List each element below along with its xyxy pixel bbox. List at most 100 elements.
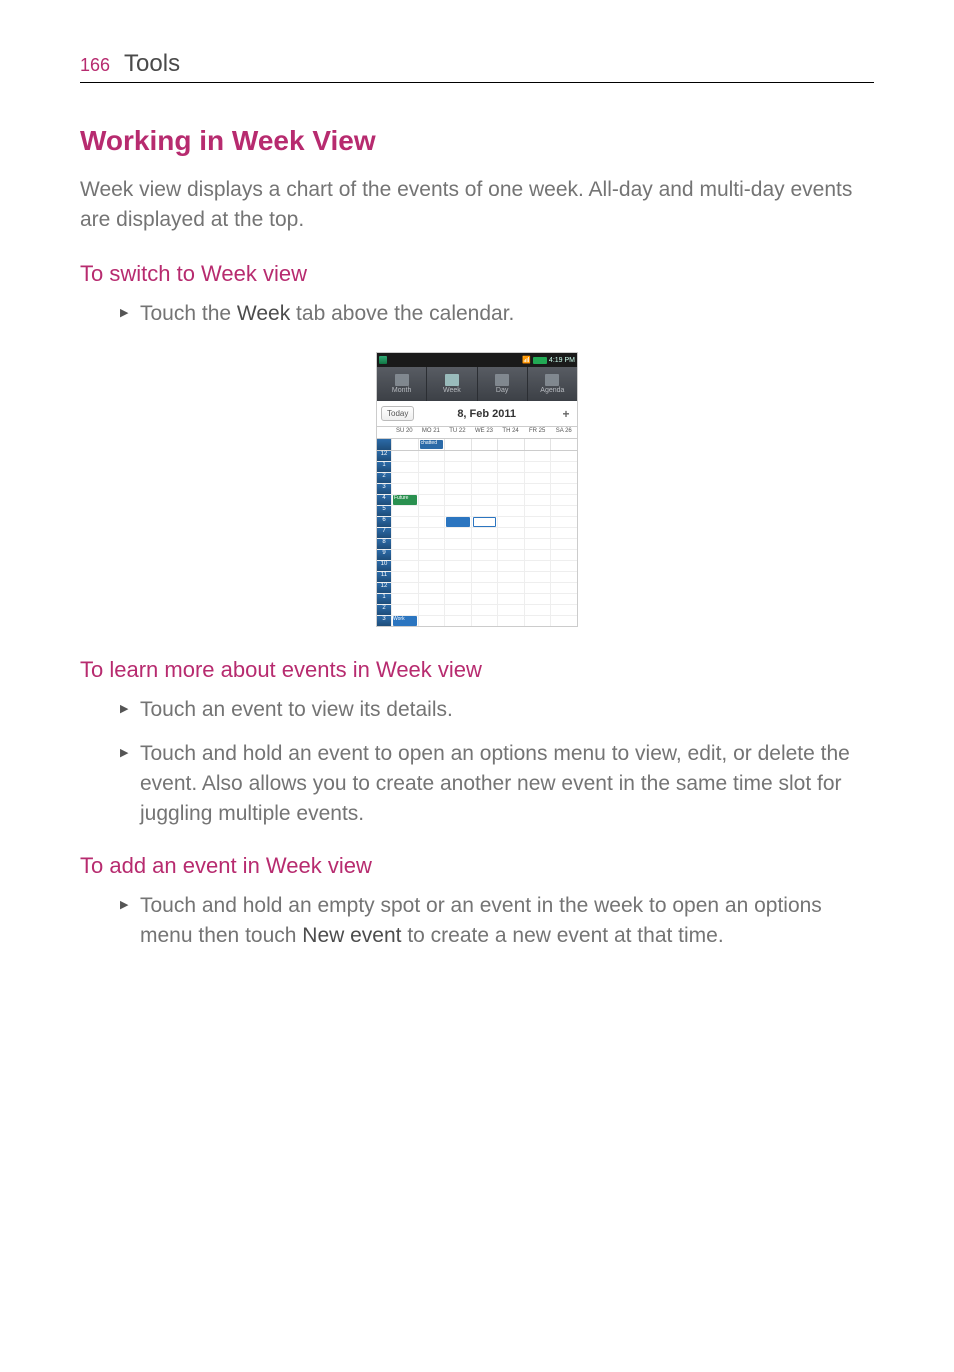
day-cell[interactable] <box>497 594 524 604</box>
day-cell[interactable] <box>524 506 551 516</box>
day-cell[interactable] <box>550 605 577 615</box>
day-cell[interactable] <box>550 561 577 571</box>
tab-week[interactable]: Week <box>427 367 477 401</box>
allday-cell[interactable] <box>497 439 524 450</box>
day-cell[interactable] <box>444 495 471 505</box>
day-cell[interactable] <box>418 451 445 461</box>
today-button[interactable]: Today <box>381 406 414 421</box>
day-cell[interactable] <box>497 539 524 549</box>
day-cell[interactable] <box>444 583 471 593</box>
day-cell[interactable] <box>418 462 445 472</box>
tab-month[interactable]: Month <box>377 367 427 401</box>
event-chip[interactable] <box>473 517 497 527</box>
allday-cell[interactable] <box>391 439 418 450</box>
day-cell[interactable] <box>497 451 524 461</box>
day-cell[interactable] <box>391 583 418 593</box>
day-cell[interactable] <box>391 550 418 560</box>
day-cell[interactable] <box>444 462 471 472</box>
day-cell[interactable] <box>471 506 498 516</box>
day-cell[interactable] <box>550 517 577 527</box>
day-cell[interactable] <box>524 495 551 505</box>
day-cell[interactable] <box>418 561 445 571</box>
day-cell[interactable] <box>524 605 551 615</box>
day-cell[interactable] <box>418 594 445 604</box>
day-cell[interactable] <box>524 550 551 560</box>
day-cell[interactable] <box>444 550 471 560</box>
day-cell[interactable] <box>444 539 471 549</box>
day-cell[interactable] <box>550 550 577 560</box>
day-cell[interactable] <box>418 517 445 527</box>
day-cell[interactable] <box>497 583 524 593</box>
day-cell[interactable] <box>391 572 418 582</box>
day-cell[interactable] <box>550 616 577 626</box>
day-cell[interactable] <box>391 462 418 472</box>
day-cell[interactable] <box>391 473 418 483</box>
tab-agenda[interactable]: Agenda <box>528 367 577 401</box>
day-cell[interactable]: Work <box>391 616 418 626</box>
day-cell[interactable] <box>418 550 445 560</box>
day-cell[interactable] <box>471 517 498 527</box>
day-cell[interactable] <box>418 583 445 593</box>
day-cell[interactable] <box>497 473 524 483</box>
event-chip[interactable]: Future <box>393 495 417 505</box>
allday-cell[interactable] <box>550 439 577 450</box>
day-cell[interactable] <box>471 528 498 538</box>
allday-event-chip[interactable]: chatted <box>420 440 444 449</box>
day-cell[interactable] <box>471 539 498 549</box>
day-cell[interactable] <box>471 572 498 582</box>
day-cell[interactable] <box>444 517 471 527</box>
day-cell[interactable]: Future <box>391 495 418 505</box>
day-cell[interactable] <box>524 528 551 538</box>
allday-cell[interactable] <box>471 439 498 450</box>
day-cell[interactable] <box>471 550 498 560</box>
day-cell[interactable] <box>550 539 577 549</box>
day-cell[interactable] <box>524 616 551 626</box>
event-chip[interactable] <box>446 517 470 527</box>
day-cell[interactable] <box>524 473 551 483</box>
day-cell[interactable] <box>550 495 577 505</box>
day-cell[interactable] <box>444 451 471 461</box>
day-cell[interactable] <box>550 572 577 582</box>
day-cell[interactable] <box>391 451 418 461</box>
day-cell[interactable] <box>391 605 418 615</box>
day-cell[interactable] <box>497 561 524 571</box>
day-cell[interactable] <box>497 495 524 505</box>
day-cell[interactable] <box>524 484 551 494</box>
day-cell[interactable] <box>444 561 471 571</box>
day-cell[interactable] <box>497 605 524 615</box>
day-cell[interactable] <box>524 517 551 527</box>
day-cell[interactable] <box>418 605 445 615</box>
day-cell[interactable] <box>444 572 471 582</box>
tab-day[interactable]: Day <box>478 367 528 401</box>
day-cell[interactable] <box>444 616 471 626</box>
day-cell[interactable] <box>524 451 551 461</box>
day-cell[interactable] <box>444 506 471 516</box>
day-cell[interactable] <box>497 572 524 582</box>
day-cell[interactable] <box>524 462 551 472</box>
day-cell[interactable] <box>471 561 498 571</box>
day-cell[interactable] <box>550 462 577 472</box>
day-cell[interactable] <box>550 528 577 538</box>
day-cell[interactable] <box>550 506 577 516</box>
day-cell[interactable] <box>497 528 524 538</box>
day-cell[interactable] <box>524 583 551 593</box>
day-cell[interactable] <box>391 528 418 538</box>
day-cell[interactable] <box>550 484 577 494</box>
day-cell[interactable] <box>471 594 498 604</box>
event-chip[interactable]: Work <box>393 616 417 626</box>
day-cell[interactable] <box>391 594 418 604</box>
day-cell[interactable] <box>418 616 445 626</box>
allday-cell[interactable]: chatted <box>418 439 445 450</box>
day-cell[interactable] <box>497 517 524 527</box>
day-cell[interactable] <box>471 462 498 472</box>
day-cell[interactable] <box>497 550 524 560</box>
day-cell[interactable] <box>497 506 524 516</box>
day-cell[interactable] <box>550 451 577 461</box>
day-cell[interactable] <box>444 484 471 494</box>
day-cell[interactable] <box>471 583 498 593</box>
day-cell[interactable] <box>550 583 577 593</box>
day-cell[interactable] <box>471 484 498 494</box>
day-cell[interactable] <box>444 473 471 483</box>
day-cell[interactable] <box>391 484 418 494</box>
day-cell[interactable] <box>471 451 498 461</box>
